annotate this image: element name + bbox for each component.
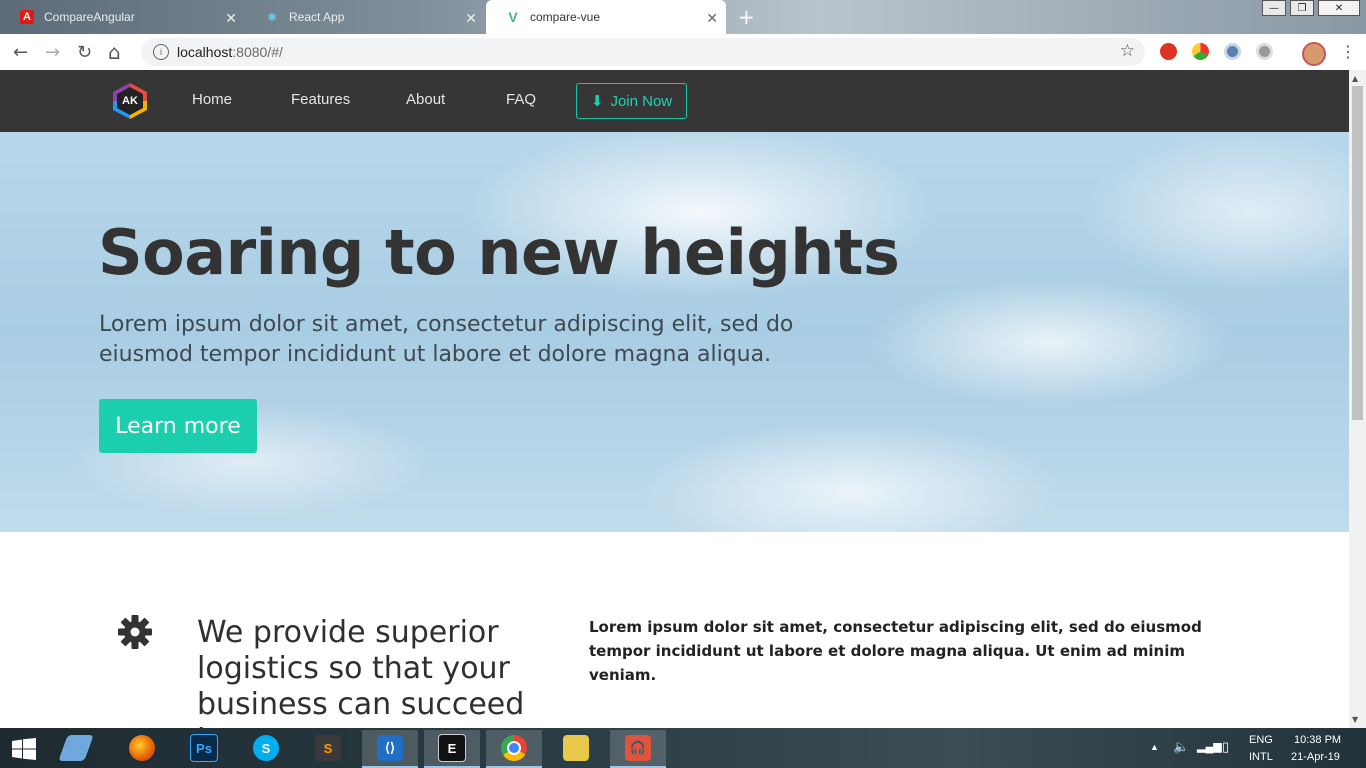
restore-button[interactable]: ❐ [1290, 0, 1314, 16]
extension-icon[interactable] [1192, 43, 1209, 60]
browser-menu-icon[interactable]: ⋮ [1340, 42, 1356, 61]
bookmark-star-icon[interactable]: ☆ [1120, 41, 1135, 61]
tray-overflow-icon[interactable]: ▲ [1150, 742, 1159, 752]
reload-button[interactable]: ↻ [77, 42, 92, 63]
hero-title: Soaring to new heights [98, 216, 900, 289]
url-host: localhost [177, 44, 233, 60]
clock-time[interactable]: 10:38 PM [1294, 734, 1341, 746]
folder-icon [563, 735, 589, 761]
firefox-icon [129, 735, 155, 761]
learn-more-button[interactable]: Learn more [99, 399, 257, 453]
info-icon[interactable]: i [153, 44, 169, 60]
network-icon[interactable]: ▂▄▆ [1197, 740, 1222, 753]
windows-taskbar: Ps S S ⟨⟩ E 🎧 ▲ 🔈 ▂▄▆ ▯ ENG INTL 10:38 P… [0, 728, 1366, 768]
feature-title: We provide superior logistics so that yo… [197, 615, 525, 728]
vscode-icon: ⟨⟩ [377, 735, 403, 761]
nav-home[interactable]: Home [192, 91, 232, 108]
sublime-text-icon: S [315, 735, 341, 761]
desktop-app-icon [58, 735, 94, 761]
home-button[interactable]: ⌂ [108, 40, 121, 64]
browser-toolbar: ← → ↻ ⌂ i localhost:8080/#/ ☆ [0, 34, 1366, 70]
window-controls: — ❐ ✕ [1262, 0, 1360, 16]
address-bar[interactable]: i localhost:8080/#/ ☆ [141, 38, 1145, 66]
taskbar-skype[interactable]: S [238, 730, 294, 766]
tab-title: CompareAngular [44, 10, 135, 24]
volume-icon[interactable]: 🔈 [1173, 739, 1189, 755]
scroll-up-arrow[interactable]: ▲ [1352, 74, 1358, 83]
battery-icon[interactable]: ▯ [1222, 739, 1229, 755]
hero-section: Soaring to new heights Lorem ipsum dolor… [0, 132, 1349, 532]
browser-tabstrip: A CompareAngular ✕ ⚛ React App ✕ V compa… [0, 0, 1366, 34]
taskbar-music-player[interactable]: 🎧 [610, 730, 666, 768]
scrollbar-thumb[interactable] [1352, 86, 1363, 420]
taskbar-sublime-text[interactable]: S [300, 730, 356, 766]
tab-react-app[interactable]: ⚛ React App ✕ [245, 0, 485, 34]
close-icon[interactable]: ✕ [225, 10, 237, 27]
profile-avatar[interactable] [1302, 42, 1326, 66]
extension-icon[interactable] [1224, 43, 1241, 60]
skype-icon: S [253, 735, 279, 761]
extension-icon[interactable] [1256, 43, 1273, 60]
taskbar-firefox[interactable] [114, 730, 170, 766]
angular-icon: A [20, 10, 34, 24]
back-button[interactable]: ← [13, 42, 28, 63]
react-icon: ⚛ [267, 11, 277, 24]
site-navbar: AK Home Features About FAQ ⬇ Join Now [0, 70, 1349, 132]
tab-title: compare-vue [530, 10, 601, 24]
feature-text: Lorem ipsum dolor sit amet, consectetur … [589, 618, 1202, 684]
taskbar-file-explorer[interactable] [548, 730, 604, 766]
clock-date[interactable]: 21-Apr-19 [1291, 751, 1340, 763]
close-window-button[interactable]: ✕ [1318, 0, 1360, 16]
forward-button[interactable]: → [45, 42, 60, 63]
brand-logo[interactable]: AK [113, 83, 147, 119]
logo-text: AK [117, 87, 143, 115]
tab-compare-vue[interactable]: V compare-vue ✕ [486, 0, 726, 34]
nav-features[interactable]: Features [291, 91, 350, 108]
join-now-label: Join Now [610, 92, 673, 110]
download-icon: ⬇ [590, 93, 604, 110]
scroll-down-arrow[interactable]: ▼ [1352, 715, 1358, 724]
page-scrollbar[interactable]: ▲ ▼ [1349, 70, 1366, 728]
chrome-icon [501, 735, 527, 761]
nav-faq[interactable]: FAQ [506, 91, 536, 108]
web-page: AK Home Features About FAQ ⬇ Join Now So… [0, 70, 1349, 728]
url-path: :8080/#/ [232, 44, 283, 60]
headphones-icon: 🎧 [625, 735, 651, 761]
gear-icon [118, 615, 152, 649]
windows-start-icon[interactable] [12, 738, 36, 760]
tab-compare-angular[interactable]: A CompareAngular ✕ [0, 0, 245, 34]
nav-about[interactable]: About [406, 91, 445, 108]
close-icon[interactable]: ✕ [706, 10, 718, 27]
taskbar-chrome[interactable] [486, 730, 542, 768]
taskbar-desktop-app[interactable] [48, 730, 104, 766]
photoshop-icon: Ps [190, 734, 218, 762]
minimize-button[interactable]: — [1262, 0, 1286, 16]
new-tab-button[interactable]: + [738, 5, 755, 29]
close-icon[interactable]: ✕ [465, 10, 477, 27]
extension-adblock-icon[interactable] [1160, 43, 1177, 60]
taskbar-photoshop[interactable]: Ps [176, 730, 232, 766]
hero-text: Lorem ipsum dolor sit amet, consectetur … [99, 312, 794, 367]
taskbar-vscode[interactable]: ⟨⟩ [362, 730, 418, 768]
join-now-button[interactable]: ⬇ Join Now [576, 83, 687, 119]
terminal-icon: E [438, 734, 466, 762]
taskbar-terminal[interactable]: E [424, 730, 480, 768]
keyboard-layout-indicator[interactable]: INTL [1249, 751, 1273, 763]
tab-title: React App [289, 10, 345, 24]
language-indicator[interactable]: ENG [1249, 734, 1273, 746]
vue-icon: V [508, 9, 518, 25]
